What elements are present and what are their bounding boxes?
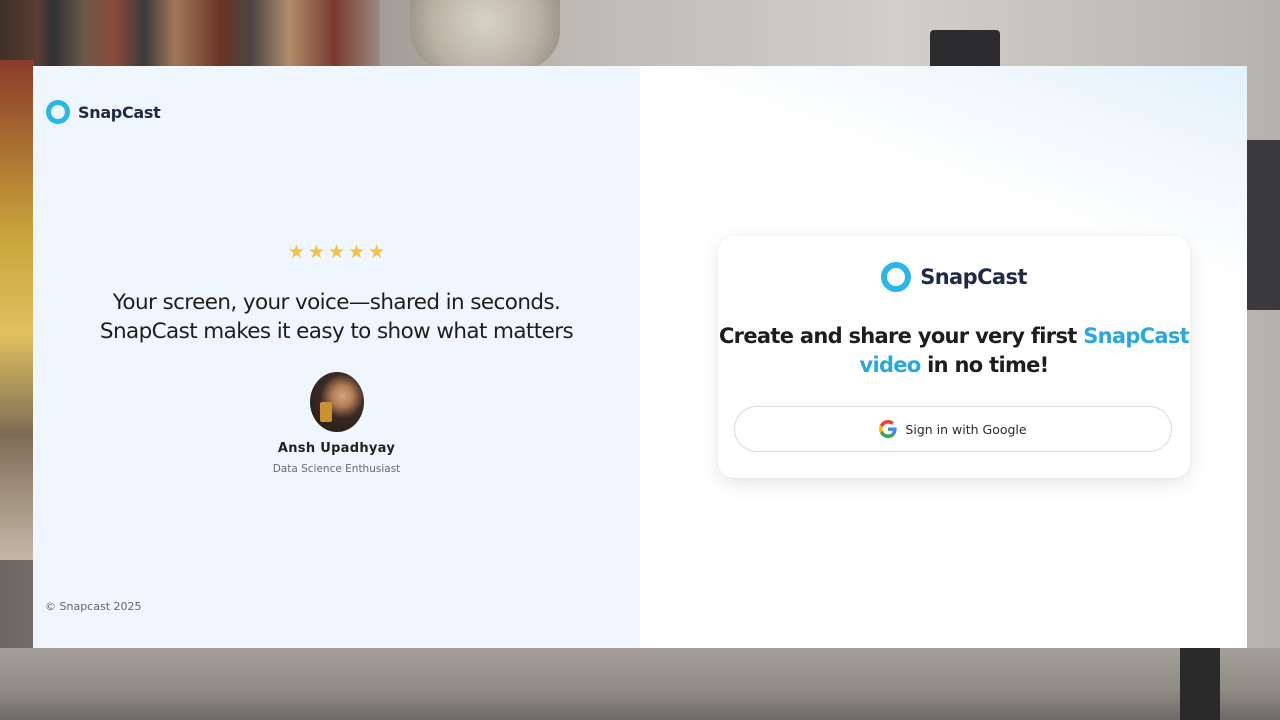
copyright: © Snapcast 2025 — [45, 600, 142, 613]
background-desk — [0, 648, 1280, 720]
google-icon — [879, 420, 898, 438]
signin-panel: SnapCast Create and share your very firs… — [640, 66, 1247, 648]
background-vase — [410, 0, 560, 70]
card-brand: SnapCast — [718, 262, 1190, 292]
star-icon: ★ — [368, 241, 386, 263]
rating-stars: ★ ★ ★ ★ ★ — [288, 242, 385, 262]
header-brand[interactable]: SnapCast — [46, 100, 161, 124]
background-side-books — [0, 60, 34, 560]
testimonial-quote: Your screen, your voice—shared in second… — [57, 288, 617, 346]
snapcast-logo-icon — [881, 262, 912, 292]
star-icon: ★ — [287, 241, 305, 263]
star-icon: ★ — [327, 241, 346, 263]
background-laptop — [930, 30, 1000, 70]
quote-line: SnapCast makes it easy to show what matt… — [99, 319, 574, 344]
avatar — [309, 372, 364, 432]
brand-name: SnapCast — [78, 102, 161, 122]
headline-text-end: in no time! — [920, 353, 1049, 377]
signin-page: SnapCast ★ ★ ★ ★ ★ Your screen, your voi… — [33, 66, 1247, 648]
quote-line: Your screen, your voice—shared in second… — [112, 290, 561, 315]
snapcast-logo-icon — [46, 100, 70, 124]
google-signin-label: Sign in with Google — [905, 421, 1027, 437]
background-object — [1246, 140, 1280, 310]
signin-card: SnapCast Create and share your very firs… — [718, 236, 1190, 478]
signin-headline: Create and share your very first SnapCas… — [718, 322, 1190, 380]
testimonial-author-role: Data Science Enthusiast — [272, 463, 401, 475]
star-icon: ★ — [307, 241, 325, 263]
google-signin-button[interactable]: Sign in with Google — [734, 406, 1172, 452]
star-icon: ★ — [348, 241, 366, 263]
card-brand-name: SnapCast — [920, 265, 1027, 289]
testimonial-panel: SnapCast ★ ★ ★ ★ ★ Your screen, your voi… — [33, 66, 640, 648]
testimonial-author-name: Ansh Upadhyay — [277, 441, 396, 456]
testimonial: ★ ★ ★ ★ ★ Your screen, your voice—shared… — [33, 242, 640, 475]
background-desk-leg — [1180, 648, 1220, 720]
background-books — [0, 0, 380, 70]
headline-text: Create and share your very first — [718, 324, 1084, 348]
